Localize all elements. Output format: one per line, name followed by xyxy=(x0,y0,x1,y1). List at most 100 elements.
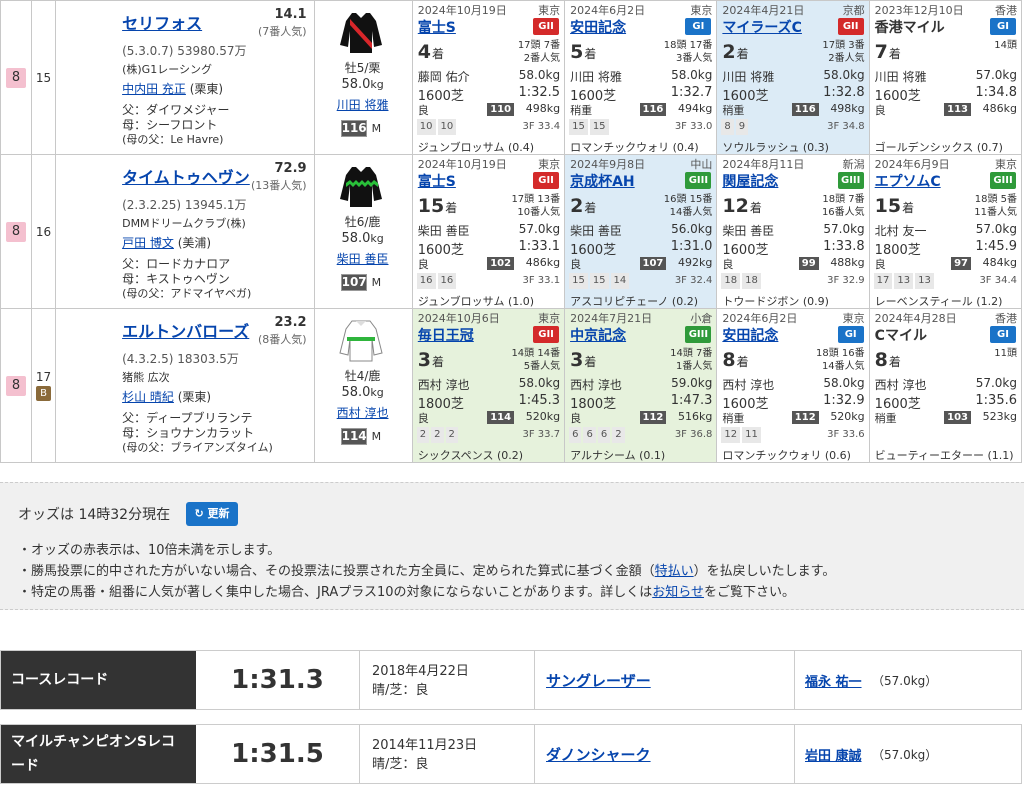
race-date: 2024年6月9日 xyxy=(874,158,950,171)
refresh-button[interactable]: ↻ 更新 xyxy=(186,502,238,526)
race-date: 2024年7月21日 xyxy=(570,312,653,325)
record-label: マイルチャンピオンSレコード xyxy=(1,725,196,783)
horse-name-link[interactable]: タイムトゥヘヴン xyxy=(122,164,250,188)
owner: DMMドリームクラブ(株) xyxy=(122,217,246,230)
race-name-link[interactable]: 京成杯AH xyxy=(570,171,635,191)
finish-place: 8着 xyxy=(722,349,749,371)
winner: ゴールデンシックス (0.7) xyxy=(874,141,1003,154)
horse-row: 8 15 セリフォス 14.1 (7番人気) (5.3.0.7) 53980.57万 (株)… xyxy=(0,0,1023,155)
race-name-link[interactable]: 富士S xyxy=(418,17,456,37)
race-time: 1:32.7 xyxy=(670,85,713,100)
umaban: 16 xyxy=(35,224,52,239)
race-kinryo: 58.0kg xyxy=(823,376,865,390)
track-condition: 稍重 xyxy=(570,104,593,117)
jockey-link[interactable]: 柴田 善臣 xyxy=(337,252,389,266)
race-name-link[interactable]: 安田記念 xyxy=(570,17,626,37)
passing-order: 13 xyxy=(894,273,914,289)
passing-orders: 6662 xyxy=(569,427,625,443)
rider-cell: 牡5/栗 58.0kg 川田 将雅 116 M xyxy=(313,0,413,155)
race-venue: 東京 xyxy=(842,312,865,325)
jockey-link[interactable]: 川田 将雅 xyxy=(337,98,389,112)
record-horse-link[interactable]: サングレーザー xyxy=(546,670,651,691)
race-rating-box: 103 xyxy=(944,411,971,424)
record-jockey-link[interactable]: 岩田 康誠 xyxy=(805,745,862,764)
race-kinryo: 58.0kg xyxy=(518,68,561,82)
grade-badge: GI xyxy=(990,326,1016,343)
record-horse-link[interactable]: ダノンシャーク xyxy=(546,744,651,765)
race-date: 2024年6月2日 xyxy=(570,4,646,17)
finish-place: 12着 xyxy=(722,195,762,217)
finish-place: 7着 xyxy=(874,41,901,63)
record-time: 1:31.3 xyxy=(196,651,360,709)
grade-badge: GIII xyxy=(837,172,864,189)
notice-link[interactable]: お知らせ xyxy=(652,585,704,600)
passing-order: 2 xyxy=(416,427,430,443)
umaban-cell: 16 xyxy=(31,154,57,309)
race-kinryo: 57.0kg xyxy=(975,68,1017,82)
horse-weight: 520kg xyxy=(830,410,865,423)
sex-age: 牡4/鹿 xyxy=(344,369,381,383)
race-venue: 東京 xyxy=(538,4,561,17)
horse-weight: 488kg xyxy=(830,256,865,269)
track-condition: 良 xyxy=(570,258,582,271)
tokubarai-link[interactable]: 特払い xyxy=(655,564,694,579)
grade-badge: GII xyxy=(837,18,864,35)
race-jockey: 川田 将雅 xyxy=(874,70,927,84)
horse-weight: 492kg xyxy=(678,256,713,269)
odds-value: 14.1 xyxy=(274,7,307,22)
finish-place: 4着 xyxy=(417,41,445,63)
course-record: コースレコード 1:31.3 2018年4月22日 晴/芝：良 サングレーザー 福… xyxy=(0,650,1022,710)
waku-badge: 8 xyxy=(6,67,27,88)
race-name-link[interactable]: 毎日王冠 xyxy=(418,325,474,345)
race-name-link[interactable]: エプソムC xyxy=(875,171,941,191)
trainer-link[interactable]: 杉山 晴紀 xyxy=(122,390,174,404)
passing-orders: 17 13 13 xyxy=(873,273,934,289)
popularity: (13番人気) xyxy=(251,179,307,192)
race-time: 1:35.6 xyxy=(975,393,1017,408)
horse-info-cell: エルトンバローズ 23.2 (8番人気) (4.3.2.5) 18303.5万 猪熊 広… xyxy=(55,308,315,463)
last-3f: 3F 32.9 xyxy=(827,275,865,286)
finish-place: 8着 xyxy=(874,349,901,371)
passing-order: 9 xyxy=(735,119,749,135)
grade-badge: GIII xyxy=(685,172,712,189)
race-rating-box: 112 xyxy=(791,411,819,424)
race-date: 2024年6月2日 xyxy=(722,312,798,325)
passing-order: 16 xyxy=(437,273,457,289)
race-name-link: Cマイル xyxy=(874,328,927,344)
passing-order: 18 xyxy=(742,273,761,289)
trainer-link[interactable]: 戸田 博文 xyxy=(122,236,174,250)
rating-box: 107 xyxy=(340,274,367,291)
field-info: 18頭 17番 3番人気 xyxy=(663,40,713,64)
race-name-link[interactable]: 富士S xyxy=(418,171,456,191)
race-name-link[interactable]: マイラーズC xyxy=(722,17,802,37)
past-race-cell: 2024年10月6日 東京 毎日王冠 GII 14頭 14番 5番人気 3着 西村 淳也 58.… xyxy=(411,308,566,463)
past-race-cell: 2024年7月21日 小倉 中京記念 GIII 14頭 7番 1番人気 3着 西村 淳也 59.… xyxy=(564,308,718,463)
race-venue: 中山 xyxy=(690,158,713,171)
rating-class: M xyxy=(371,276,382,289)
sex-age: 牡5/栗 xyxy=(344,61,381,75)
kinryo: 58.0kg xyxy=(341,385,384,400)
race-name-link[interactable]: 中京記念 xyxy=(570,325,626,345)
winner: ジュンブロッサム (0.4) xyxy=(417,141,535,154)
trainer-link[interactable]: 中内田 充正 xyxy=(122,82,186,96)
track-condition: 良 xyxy=(417,104,429,117)
horse-name-link[interactable]: セリフォス xyxy=(122,10,202,34)
race-date: 2024年10月6日 xyxy=(417,312,500,325)
race-venue: 東京 xyxy=(995,158,1017,171)
race-kinryo: 57.0kg xyxy=(975,222,1017,236)
past-race-cell: 2024年6月2日 東京 安田記念 GI 18頭 17番 3番人気 5着 川田 将雅 58.0k… xyxy=(564,0,718,155)
record-jockey-link[interactable]: 福永 祐一 xyxy=(805,671,862,690)
jockey-silk-icon xyxy=(338,317,384,363)
jockey-link[interactable]: 西村 淳也 xyxy=(337,406,389,420)
race-name-link[interactable]: 関屋記念 xyxy=(722,171,778,191)
race-kinryo: 58.0kg xyxy=(823,68,865,82)
race-name-link[interactable]: 安田記念 xyxy=(722,325,778,345)
finish-place: 5着 xyxy=(570,41,597,63)
horse-weight: 494kg xyxy=(678,102,713,115)
race-time: 1:34.8 xyxy=(975,85,1017,100)
record-prize: (4.3.2.5) 18303.5万 xyxy=(122,352,239,366)
past-race-cell: 2024年4月21日 京都 マイラーズC GII 17頭 3番 2番人気 2着 川田 将雅 58… xyxy=(716,0,870,155)
rider-cell: 牡4/鹿 58.0kg 西村 淳也 114 M xyxy=(313,308,413,463)
horse-name-link[interactable]: エルトンバローズ xyxy=(122,318,249,342)
jockey-silk-icon xyxy=(338,163,384,209)
